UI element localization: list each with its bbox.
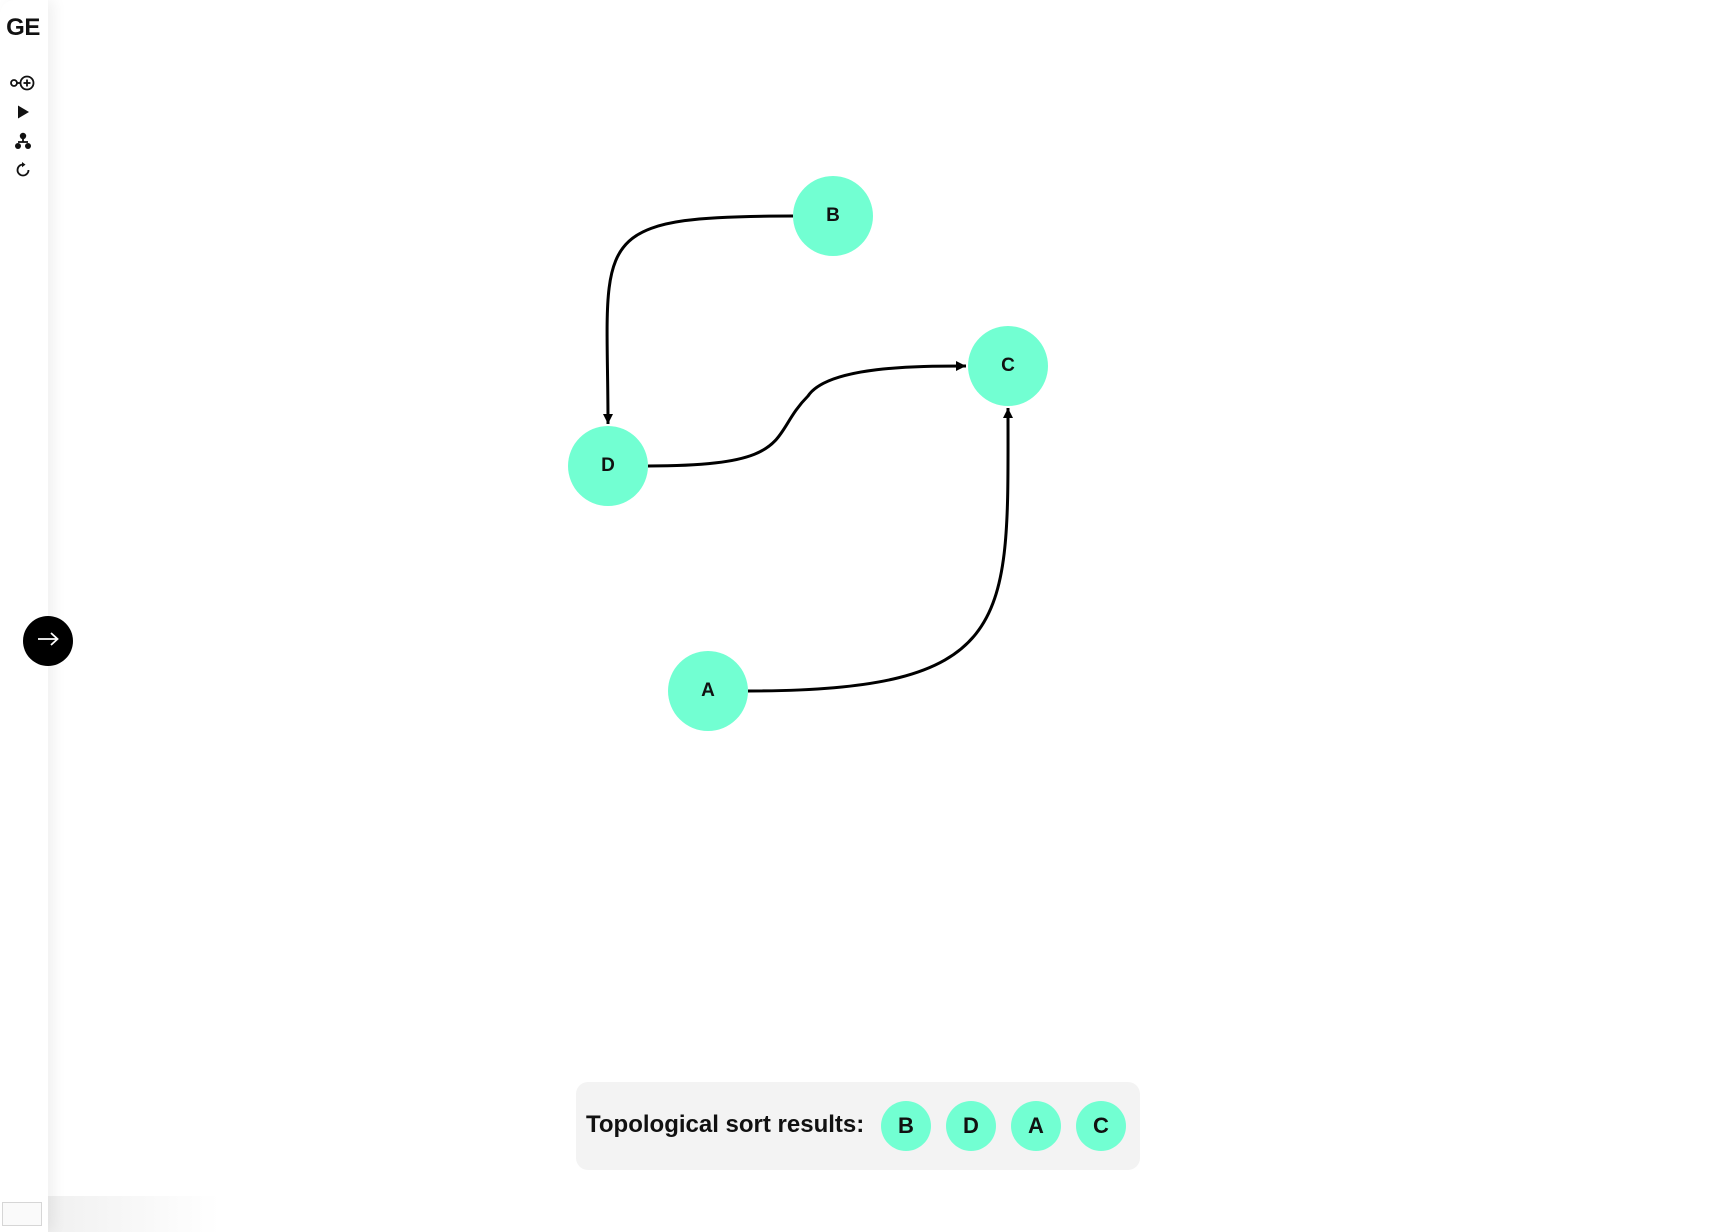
result-node-d: D (946, 1101, 996, 1151)
result-node-a: A (1011, 1101, 1061, 1151)
graph-editor-app: GE B C D A Topological sort results: B D… (0, 0, 1718, 1232)
tree-layout-button[interactable] (8, 129, 38, 153)
graph-node-a[interactable]: A (668, 651, 748, 731)
add-node-icon (9, 74, 37, 92)
broken-image-icon (2, 1202, 42, 1226)
edge-b-to-d[interactable] (602, 214, 794, 425)
edge-d-to-c[interactable] (647, 361, 967, 468)
app-logo: GE (6, 14, 40, 41)
play-icon (15, 104, 31, 120)
run-button[interactable] (8, 100, 38, 124)
result-node-c: C (1076, 1101, 1126, 1151)
reset-button[interactable] (8, 158, 38, 182)
hierarchy-icon (14, 132, 32, 150)
arrow-right-icon (36, 631, 60, 652)
edge-a-to-c[interactable] (747, 407, 1014, 693)
sidebar-toggle-button[interactable] (23, 616, 73, 666)
graph-canvas[interactable]: BCDA (0, 0, 1718, 1232)
graph-node-b[interactable]: B (793, 176, 873, 256)
add-node-button[interactable] (8, 71, 38, 95)
results-label: Topological sort results: (586, 1111, 865, 1138)
refresh-icon (14, 161, 32, 179)
result-node-b: B (881, 1101, 931, 1151)
graph-node-d[interactable]: D (568, 426, 648, 506)
topological-sort-results: Topological sort results: BDAC (576, 1082, 1140, 1170)
graph-node-c[interactable]: C (968, 326, 1048, 406)
